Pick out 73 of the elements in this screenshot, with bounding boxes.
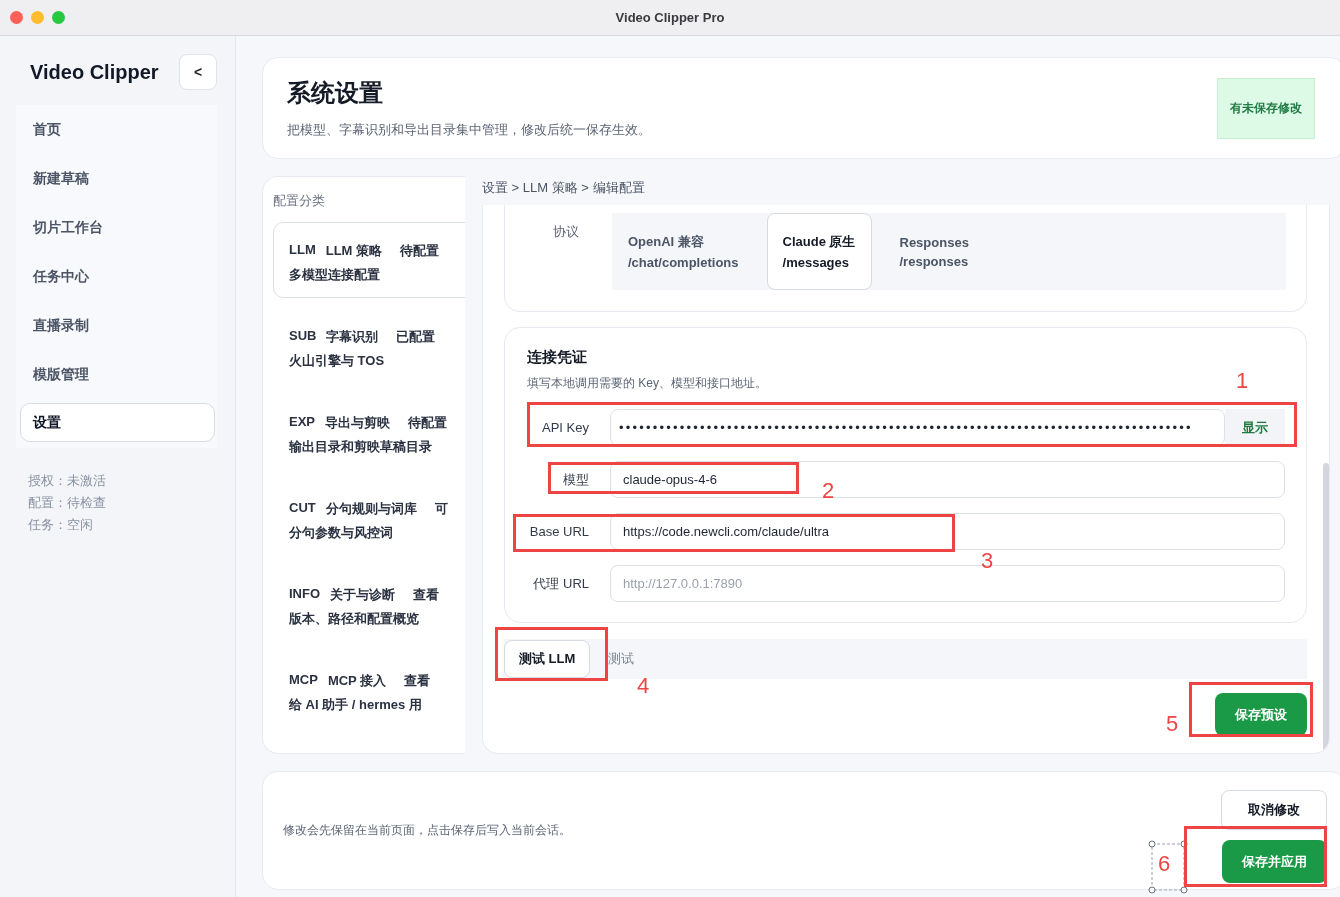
zoom-icon[interactable] (52, 11, 65, 24)
test-status: 测试 (608, 650, 635, 668)
category-status: 已配置 (396, 328, 436, 346)
category-description: 版本、路径和配置概览 (289, 610, 420, 628)
protocol-option[interactable]: Claude 原生 /messages (766, 213, 872, 290)
nav-item[interactable]: 切片工作台 (16, 203, 215, 252)
close-icon[interactable] (10, 11, 23, 24)
cancel-button[interactable]: 取消修改 (1221, 790, 1327, 830)
footer-note: 修改会先保留在当前页面，点击保存后写入当前会话。 (283, 822, 571, 839)
category-item[interactable]: MCP MCP 接入 查看 给 AI 助手 / hermes 用 (273, 652, 465, 728)
status-line: 授权：未激活 (28, 472, 107, 490)
app-title: Video Clipper (30, 60, 159, 84)
status-line: 配置：待检查 (28, 494, 107, 512)
field-label: 代理 URL (532, 574, 590, 593)
section-description: 填写本地调用需要的 Key、模型和接口地址。 (527, 376, 767, 390)
minimize-icon[interactable] (31, 11, 44, 24)
annotation-number: 4 (637, 675, 650, 697)
category-description: 给 AI 助手 / hermes 用 (289, 696, 423, 714)
page-title: 系统设置 (287, 79, 383, 106)
category-description: 分句参数与风控词 (289, 524, 394, 542)
category-name: MCP 接入 (327, 672, 387, 690)
category-status: 查看 (404, 672, 431, 690)
unsaved-badge: 有未保存修改 (1217, 77, 1315, 139)
category-status: 待配置 (408, 414, 447, 432)
category-item[interactable]: INFO 关于与诊断 查看 版本、路径和配置概览 (273, 566, 465, 642)
input-field[interactable]: https://code.newcli.com/claude/ultra (610, 513, 1285, 550)
nav-item[interactable]: 新建草稿 (16, 154, 215, 203)
status-line: 任务：空闲 (28, 516, 94, 534)
category-code: EXP (289, 414, 315, 431)
field-label: 协议 (553, 223, 579, 241)
category-status: 可 (434, 500, 448, 518)
category-heading: 配置分类 (273, 192, 325, 210)
category-code: SUB (289, 328, 317, 345)
category-status: 待配置 (400, 242, 440, 260)
protocol-option[interactable]: OpenAI 兼容 /chat/completions (612, 213, 755, 290)
nav-item[interactable]: 直播录制 (16, 301, 215, 350)
category-description: 多模型连接配置 (289, 266, 381, 284)
category-code: INFO (289, 586, 321, 603)
test-button[interactable]: 测试 LLM (504, 640, 591, 678)
category-item[interactable]: EXP 导出与剪映 待配置 输出目录和剪映草稿目录 (273, 394, 465, 470)
protocol-option[interactable]: Responses /responses (883, 213, 985, 290)
category-name: LLM 策略 (325, 242, 383, 260)
category-code: CUT (289, 500, 316, 517)
category-item[interactable]: CUT 分句规则与词库 可 分句参数与风控词 (273, 480, 465, 556)
window-title: Video Clipper Pro (615, 10, 725, 25)
category-name: 分句规则与词库 (325, 500, 417, 518)
field-label: 模型 (562, 470, 590, 489)
category-description: 输出目录和剪映草稿目录 (289, 438, 433, 456)
category-description: 火山引擎与 TOS (289, 352, 386, 370)
nav-item[interactable]: 任务中心 (16, 252, 215, 301)
field-label: API Key (541, 420, 590, 435)
collapse-button[interactable]: < (179, 54, 217, 90)
page-subtitle: 把模型、字幕识别和导出目录集中管理，修改后统一保存生效。 (287, 122, 651, 137)
save-preset-button[interactable]: 保存预设 (1215, 693, 1307, 736)
nav-item[interactable]: 模版管理 (16, 350, 215, 399)
annotation-number: 6 (1158, 853, 1171, 875)
api-key-field[interactable]: ••••••••••••••••••••••••••••••••••••••••••••••••••••••••••••••••••••••••••••••••••••• (610, 409, 1225, 446)
section-title: 连接凭证 (527, 348, 587, 367)
category-name: 关于与诊断 (330, 586, 396, 604)
show-button[interactable]: 显示 (1225, 409, 1285, 446)
apply-button[interactable]: 保存并应用 (1222, 840, 1327, 883)
category-name: 字幕识别 (326, 328, 379, 346)
category-name: 导出与剪映 (325, 414, 390, 432)
category-code: MCP (289, 672, 318, 689)
nav-item[interactable]: 设置 (20, 403, 215, 442)
category-status: 查看 (413, 586, 440, 604)
breadcrumb: 设置 > LLM 策略 > 编辑配置 (482, 180, 645, 195)
category-code: LLM (289, 242, 316, 259)
annotation-number: 5 (1166, 713, 1179, 735)
category-item[interactable]: SUB 字幕识别 已配置 火山引擎与 TOS (273, 308, 465, 384)
annotation-number: 1 (1236, 370, 1249, 392)
nav-item[interactable]: 首页 (16, 105, 215, 154)
field-label: Base URL (528, 524, 590, 539)
